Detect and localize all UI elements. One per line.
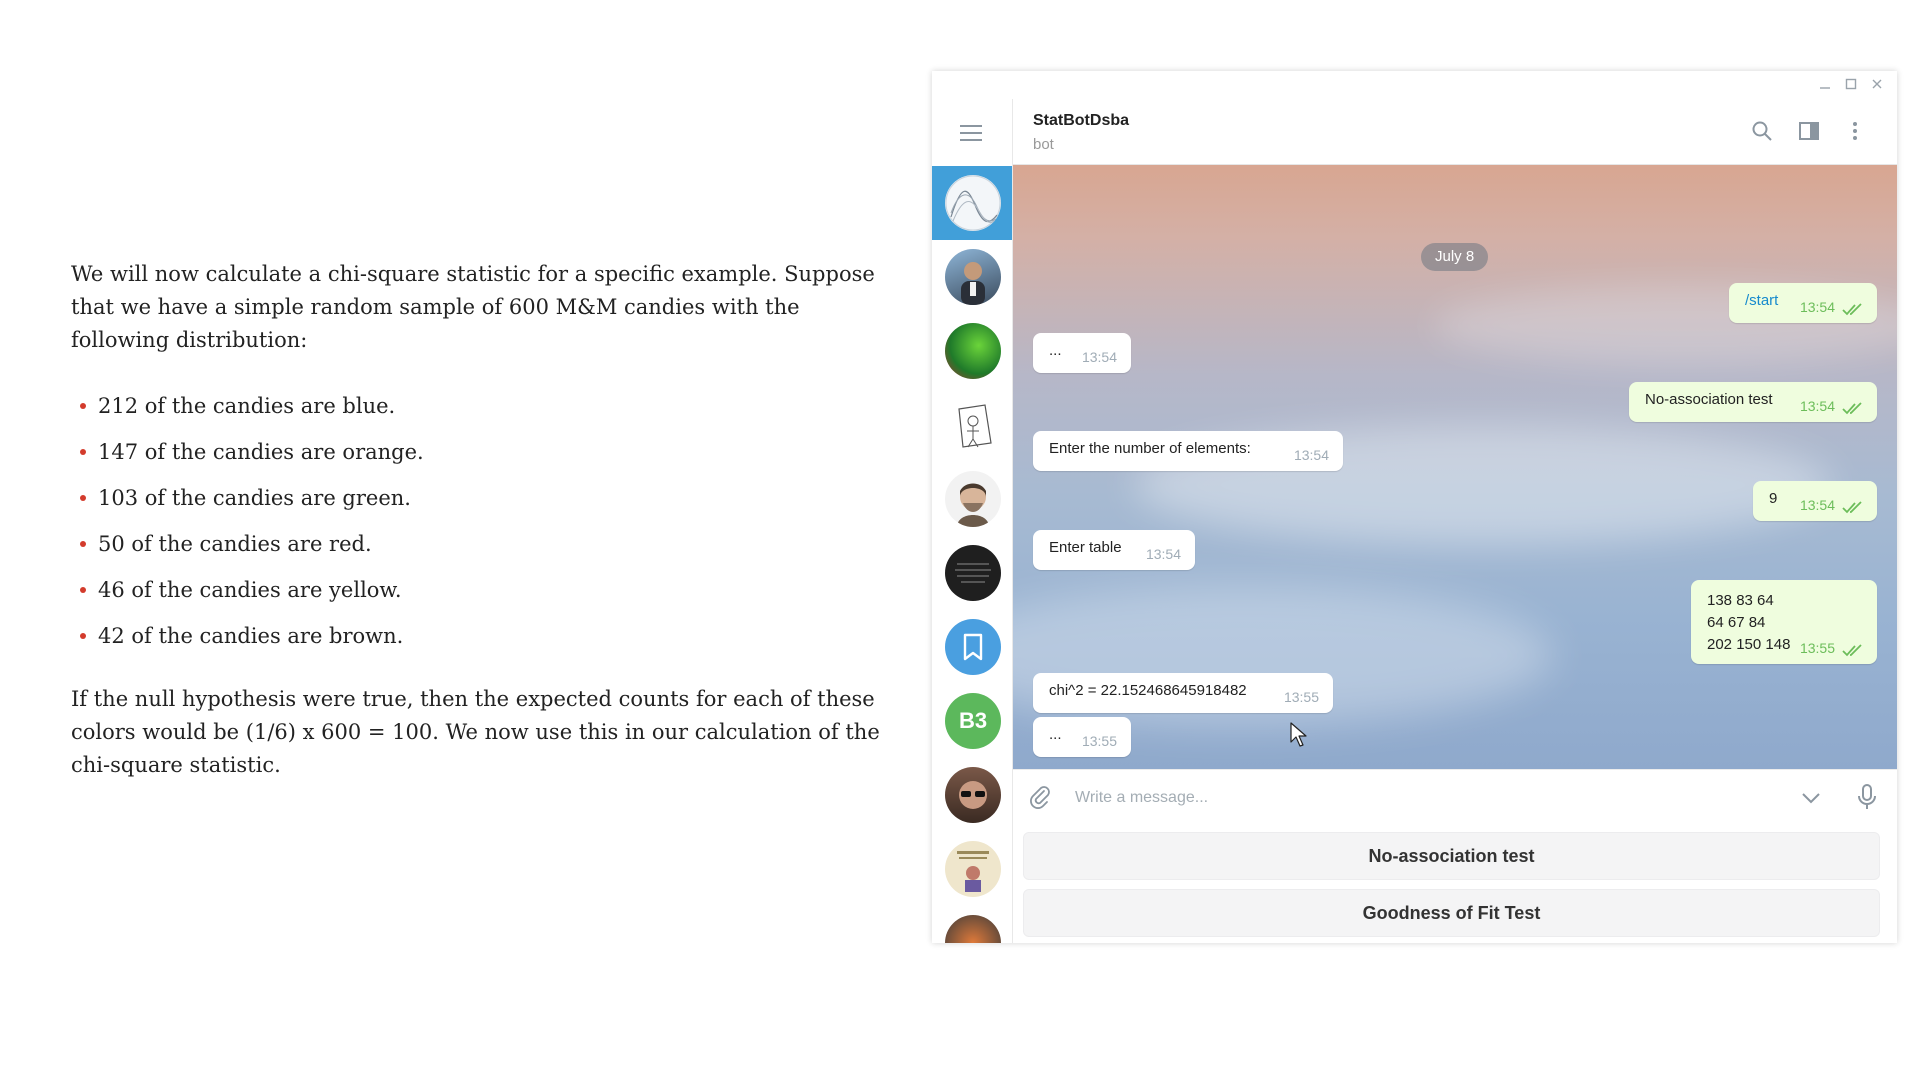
- candy-list: 212 of the candies are blue. 147 of the …: [71, 383, 891, 659]
- double-check-icon: [1842, 501, 1862, 514]
- chat-avatar-11[interactable]: [945, 915, 1001, 943]
- list-item: 147 of the candies are orange.: [80, 429, 891, 475]
- minimize-icon[interactable]: [1816, 76, 1834, 94]
- mouse-cursor-icon: [1290, 722, 1307, 747]
- chat-avatar-b3[interactable]: B3: [945, 693, 1001, 749]
- article: We will now calculate a chi-square stati…: [71, 258, 891, 782]
- bookmark-icon: [963, 633, 983, 661]
- saved-messages-avatar[interactable]: [945, 619, 1001, 675]
- chat-list-sidebar: B3: [932, 99, 1013, 943]
- message-outgoing[interactable]: /start 13:54: [1729, 283, 1877, 323]
- chat-avatar-6[interactable]: [945, 545, 1001, 601]
- no-association-test-button[interactable]: No-association test: [1023, 832, 1880, 880]
- hamburger-menu-icon[interactable]: [960, 125, 982, 146]
- message-input[interactable]: [1073, 786, 1757, 810]
- message-outgoing[interactable]: No-association test 13:54: [1629, 382, 1877, 422]
- title-bar: [932, 71, 1897, 99]
- date-separator: July 8: [1421, 243, 1489, 271]
- list-item: 50 of the candies are red.: [80, 521, 891, 567]
- statbot-avatar[interactable]: [945, 175, 1001, 231]
- bullet: [80, 541, 86, 547]
- microphone-icon[interactable]: [1855, 783, 1879, 811]
- double-check-icon: [1842, 303, 1862, 316]
- article-intro: We will now calculate a chi-square stati…: [71, 262, 875, 352]
- chat-avatar-2[interactable]: [945, 249, 1001, 305]
- chat-avatar-9[interactable]: [945, 767, 1001, 823]
- message-incoming[interactable]: Enter table 13:54: [1033, 530, 1195, 570]
- chat-header: StatBotDsba bot: [1013, 99, 1897, 165]
- goodness-of-fit-button[interactable]: Goodness of Fit Test: [1023, 889, 1880, 937]
- message-outgoing[interactable]: 9 13:54: [1753, 481, 1877, 521]
- message-incoming[interactable]: ... 13:55: [1033, 717, 1131, 757]
- chevron-down-icon[interactable]: [1799, 786, 1823, 810]
- chat-avatar-5[interactable]: [945, 471, 1001, 527]
- double-check-icon: [1842, 402, 1862, 415]
- more-vertical-icon[interactable]: [1843, 119, 1867, 143]
- message-incoming[interactable]: Enter the number of elements: 13:54: [1033, 431, 1343, 471]
- search-icon[interactable]: [1750, 119, 1774, 143]
- message-composer: [1013, 769, 1897, 825]
- bullet: [80, 633, 86, 639]
- telegram-window: B3 StatBotDsba bot July 8 /start 13:54 .…: [932, 71, 1897, 943]
- bot-keyboard: No-association test Goodness of Fit Test: [1013, 824, 1897, 943]
- bullet: [80, 449, 86, 455]
- chat-subtitle: bot: [1033, 136, 1054, 153]
- chat-title[interactable]: StatBotDsba: [1033, 112, 1129, 130]
- attach-icon[interactable]: [1027, 784, 1053, 810]
- message-incoming[interactable]: ... 13:54: [1033, 333, 1131, 373]
- bullet: [80, 403, 86, 409]
- message-incoming[interactable]: chi^2 = 22.152468645918482 13:55: [1033, 673, 1333, 713]
- chat-avatar-4[interactable]: [945, 397, 1001, 453]
- chat-avatar-3[interactable]: [945, 323, 1001, 379]
- sidebar-toggle-icon[interactable]: [1797, 119, 1821, 143]
- message-outgoing[interactable]: 138 83 64 64 67 84 202 150 148 13:55: [1691, 580, 1877, 664]
- article-outro: If the null hypothesis were true, then t…: [71, 687, 880, 777]
- message-area[interactable]: July 8 /start 13:54 ... 13:54 No-associa…: [1013, 165, 1897, 769]
- list-item: 42 of the candies are brown.: [80, 613, 891, 659]
- bullet: [80, 587, 86, 593]
- double-check-icon: [1842, 644, 1862, 657]
- close-icon[interactable]: [1868, 76, 1886, 94]
- list-item: 46 of the candies are yellow.: [80, 567, 891, 613]
- list-item: 103 of the candies are green.: [80, 475, 891, 521]
- list-item: 212 of the candies are blue.: [80, 383, 891, 429]
- bullet: [80, 495, 86, 501]
- maximize-icon[interactable]: [1842, 76, 1860, 94]
- chat-avatar-10[interactable]: [945, 841, 1001, 897]
